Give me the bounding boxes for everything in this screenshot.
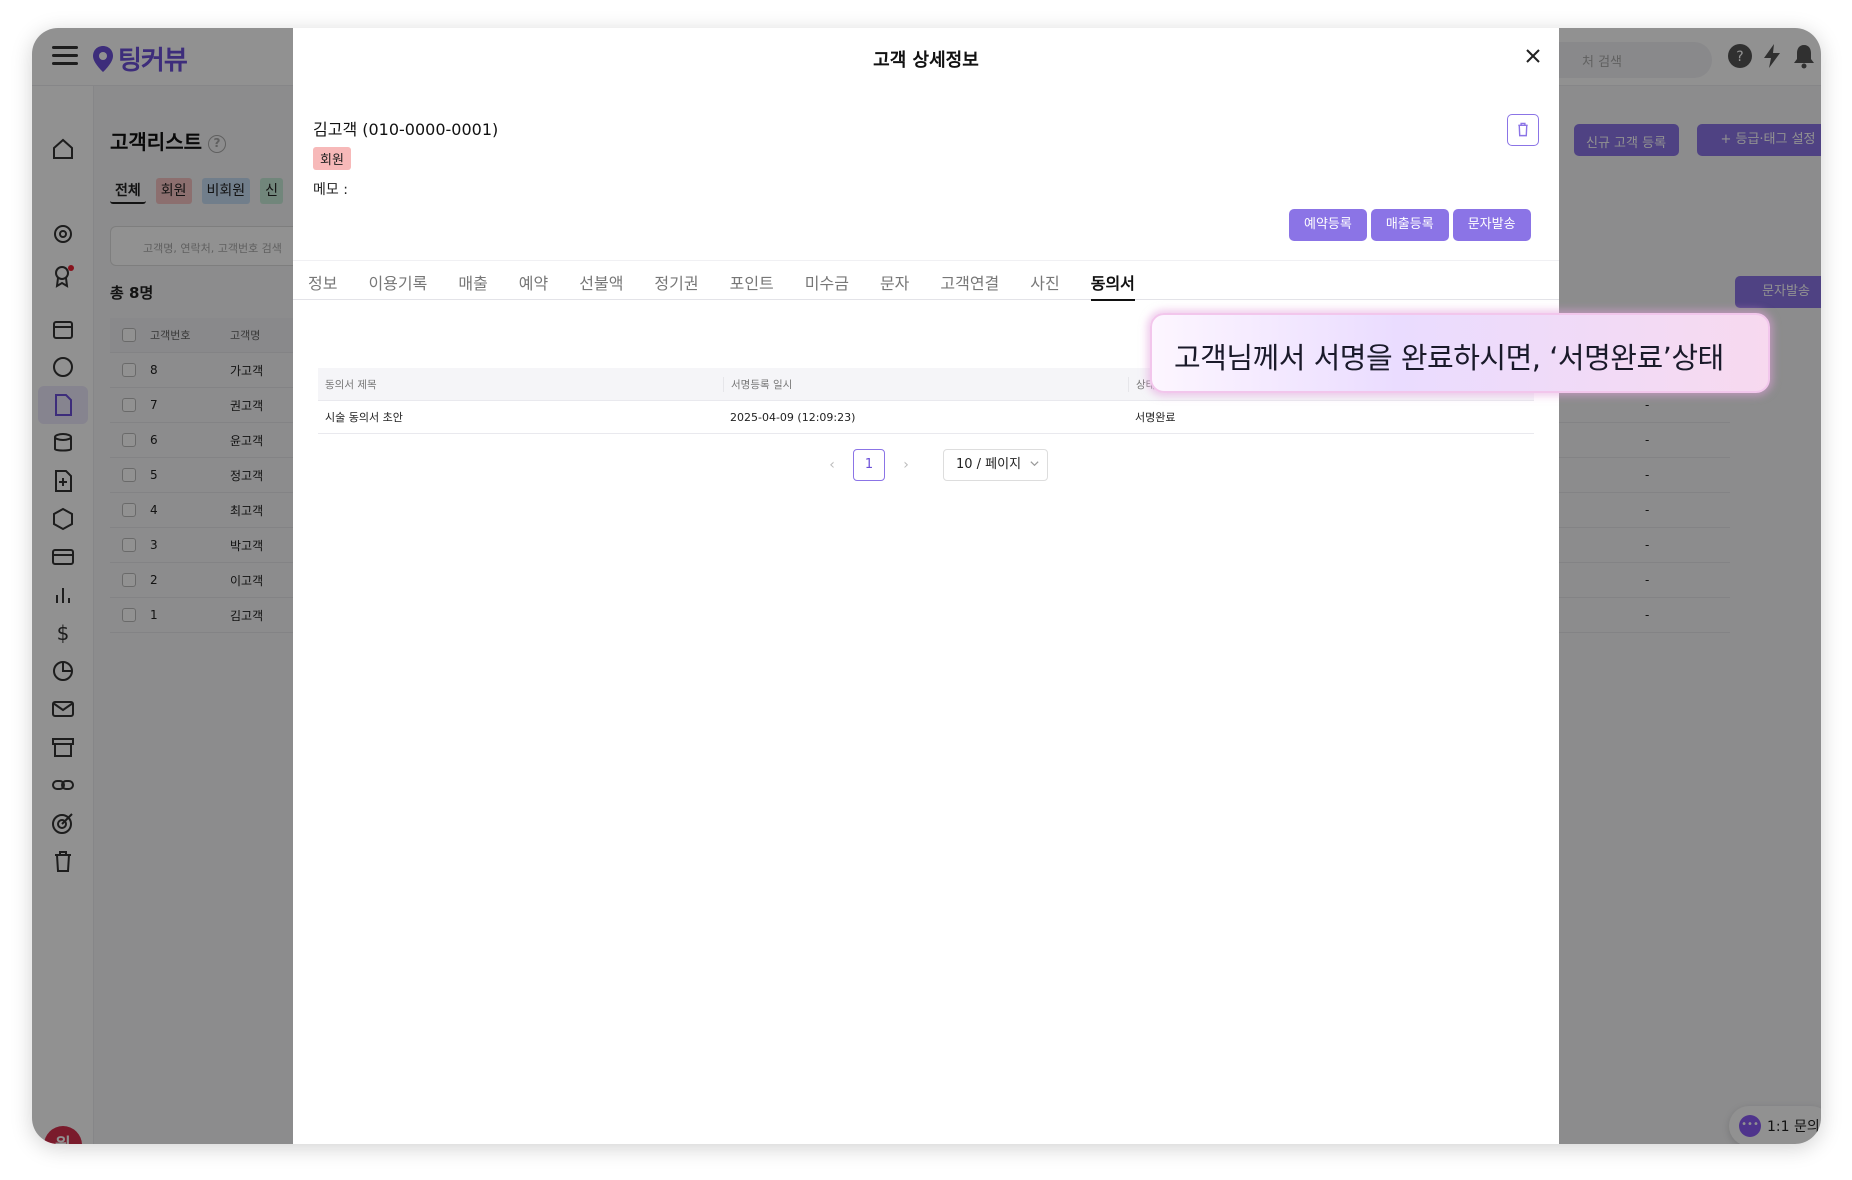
- tab-sales[interactable]: 매출: [458, 261, 487, 301]
- consent-title[interactable]: 시술 동의서 초안: [318, 409, 723, 425]
- member-badge: 회원: [313, 147, 351, 170]
- page-1-button[interactable]: 1: [853, 449, 885, 481]
- tab-consent-forms[interactable]: 동의서: [1090, 261, 1135, 301]
- col-header-signed-at: 서명등록 일시: [723, 376, 1128, 392]
- consent-status: 서명완료: [1135, 411, 1176, 424]
- tab-linked-customers[interactable]: 고객연결: [940, 261, 999, 301]
- tab-usage-history[interactable]: 이용기록: [368, 261, 427, 301]
- table-row[interactable]: 시술 동의서 초안 2025-04-09 (12:09:23) 서명완료: [318, 401, 1534, 434]
- page-size-select[interactable]: 10 / 페이지: [943, 449, 1048, 481]
- tab-pass[interactable]: 정기권: [654, 261, 698, 301]
- delete-customer-button[interactable]: [1507, 114, 1539, 146]
- page-size-value: 10 / 페이지: [956, 457, 1022, 472]
- chevron-down-icon: [1030, 461, 1039, 467]
- annotation-callout: 고객님께서 서명을 완료하시면, ‘서명완료’상태: [1150, 313, 1770, 393]
- tab-unpaid[interactable]: 미수금: [805, 261, 849, 301]
- send-sms-button[interactable]: 문자발송: [1452, 209, 1531, 241]
- next-page-button[interactable]: ›: [891, 457, 921, 473]
- tab-messages[interactable]: 문자: [880, 261, 909, 301]
- add-reservation-button[interactable]: 예약등록: [1289, 209, 1367, 241]
- memo-label: 메모 :: [313, 182, 348, 198]
- tab-info[interactable]: 정보: [308, 261, 337, 301]
- callout-text: 고객님께서 서명을 완료하시면, ‘서명완료’상태: [1174, 341, 1724, 375]
- modal-title: 고객 상세정보: [873, 50, 979, 71]
- close-icon[interactable]: [1521, 44, 1545, 68]
- customer-name: 김고객 (010-0000-0001): [313, 120, 499, 139]
- tab-points[interactable]: 포인트: [730, 261, 774, 301]
- customer-detail-modal: 고객 상세정보 김고객 (010-0000-0001) 회원 메모 : 예약등록…: [293, 28, 1559, 1144]
- trash-icon: [1518, 122, 1528, 137]
- tab-reservations[interactable]: 예약: [519, 261, 548, 301]
- consent-signed-at: 2025-04-09 (12:09:23): [730, 410, 856, 424]
- prev-page-button[interactable]: ‹: [817, 457, 847, 473]
- action-buttons: 예약등록 매출등록 문자발송: [1289, 209, 1531, 241]
- col-header-title: 동의서 제목: [325, 378, 377, 391]
- detail-tabs: 정보 이용기록 매출 예약 선불액 정기권 포인트 미수금 문자 고객연결 사진…: [293, 260, 1559, 301]
- pagination: ‹ 1 › 10 / 페이지: [817, 449, 1048, 481]
- add-sales-button[interactable]: 매출등록: [1370, 209, 1449, 241]
- tab-prepaid[interactable]: 선불액: [579, 261, 623, 301]
- tab-photos[interactable]: 사진: [1030, 261, 1059, 301]
